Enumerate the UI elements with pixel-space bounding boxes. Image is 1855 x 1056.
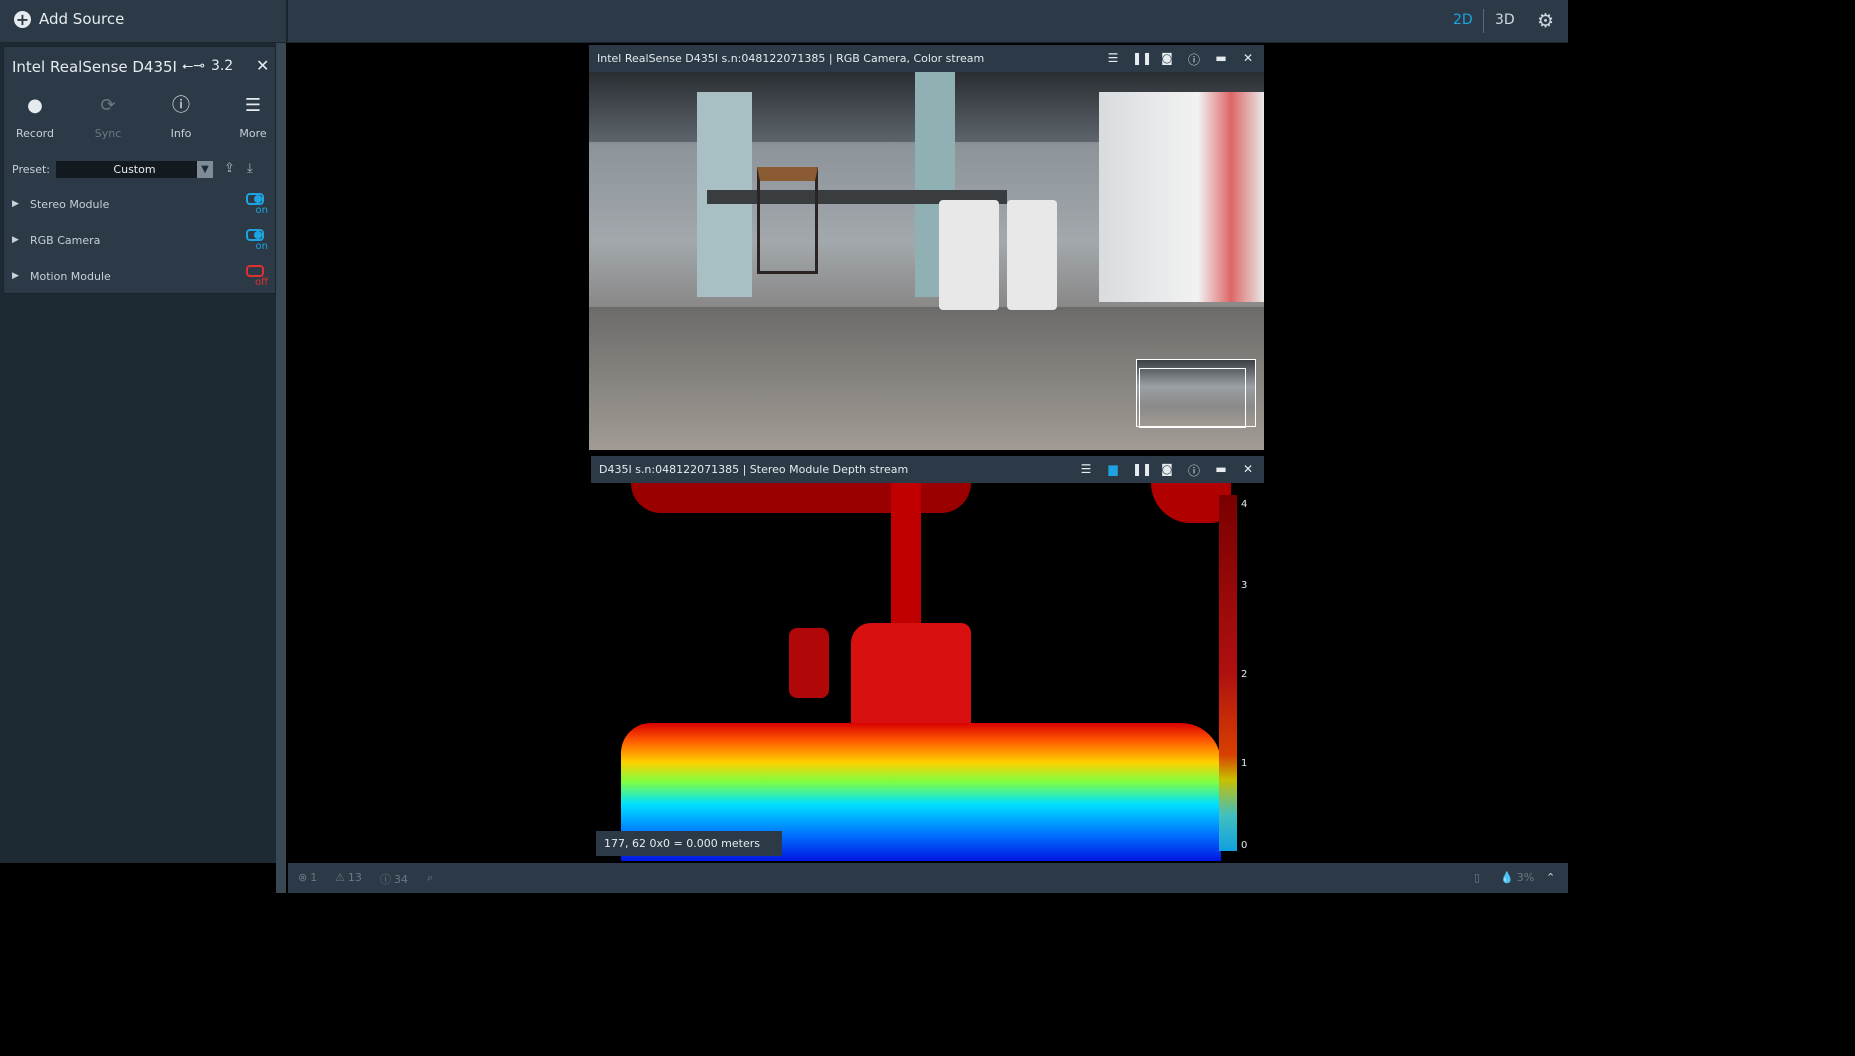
rgb-toggle[interactable] (246, 229, 264, 241)
usb-icon: ⭠⊸ (182, 58, 205, 74)
colorbar-tick: 3 (1241, 580, 1248, 591)
stream-title: Intel RealSense D435I s.n:048122071385 |… (597, 52, 985, 65)
info-count-button[interactable]: ⓘ 34 (380, 871, 408, 887)
more-label: More (239, 127, 267, 140)
expand-arrow-icon[interactable]: ▶ (12, 271, 19, 281)
motion-toggle[interactable] (246, 265, 264, 277)
colorbar-tick: 2 (1241, 669, 1248, 680)
stream-header: Intel RealSense D435I s.n:048122071385 |… (589, 45, 1264, 72)
expand-arrow-icon[interactable]: ▶ (12, 235, 19, 245)
info-icon: ⓘ (172, 95, 190, 116)
download-icon[interactable]: ⤓ (247, 161, 253, 176)
toggle-state: on (255, 241, 268, 252)
plus-circle-icon: + (14, 9, 31, 29)
top-bar: + Add Source 2D 3D ⚙ (0, 0, 1568, 43)
module-motion[interactable]: ▶ Motion Module off (12, 265, 272, 295)
device-name: Intel RealSense D435I (12, 58, 177, 76)
cpu-usage: 💧 3% (1500, 871, 1534, 884)
colorbar-tick: 0 (1241, 840, 1248, 851)
module-stereo[interactable]: ▶ Stereo Module on (12, 193, 272, 223)
info-icon[interactable]: ⓘ (1186, 462, 1202, 479)
search-icon[interactable]: ⌕ (427, 871, 433, 885)
error-count: 1 (310, 871, 318, 884)
info-button[interactable]: ⓘ Info (151, 95, 211, 140)
info-icon: ⓘ (380, 873, 391, 886)
sync-button[interactable]: ⟳ Sync (78, 95, 138, 140)
checklist-icon[interactable]: ☰ (1078, 462, 1094, 479)
error-icon: ⊗ (298, 871, 308, 884)
maximize-icon[interactable]: ▬ (1213, 51, 1229, 68)
sidebar-scrollbar[interactable] (276, 43, 286, 893)
topbar-divider (286, 0, 288, 42)
zoom-minimap[interactable] (1136, 359, 1256, 428)
stream-header: D435I s.n:048122071385 | Stereo Module D… (591, 456, 1264, 483)
hamburger-icon: ☰ (244, 95, 262, 116)
add-source-button[interactable]: + Add Source (14, 10, 124, 28)
stream-title: D435I s.n:048122071385 | Stereo Module D… (599, 463, 909, 476)
upload-icon[interactable]: ⇪ (224, 161, 235, 176)
depth-readout: 177, 62 0x0 = 0.000 meters (596, 831, 782, 856)
close-icon[interactable]: ✕ (256, 56, 269, 75)
module-name[interactable]: Motion Module (30, 270, 111, 283)
usb-indicator: ⭠⊸ 3.2 (182, 58, 233, 74)
usb-version: 3.2 (210, 58, 234, 74)
record-button[interactable]: ● Record (5, 95, 65, 140)
histogram-icon[interactable]: ▆ (1105, 462, 1121, 479)
more-button[interactable]: ☰ More (223, 95, 283, 140)
toggle-state: on (255, 205, 268, 216)
chevron-down-icon[interactable]: ▼ (197, 161, 213, 178)
close-icon[interactable]: ✕ (1240, 462, 1256, 479)
pause-icon[interactable]: ❚❚ (1132, 462, 1152, 479)
rgb-stream-panel: Intel RealSense D435I s.n:048122071385 |… (589, 45, 1264, 450)
color-frame[interactable] (589, 72, 1264, 450)
mode-3d-button[interactable]: 3D (1495, 12, 1515, 28)
depth-stream-panel: D435I s.n:048122071385 | Stereo Module D… (591, 456, 1264, 861)
camera-icon[interactable]: ◙ (1159, 462, 1175, 479)
colorbar-tick: 4 (1241, 499, 1248, 510)
pause-icon[interactable]: ❚❚ (1132, 51, 1152, 68)
info-icon[interactable]: ⓘ (1186, 51, 1202, 68)
sync-icon: ⟳ (100, 95, 116, 116)
memory-icon: ▯ (1474, 871, 1481, 884)
expand-arrow-icon[interactable]: ▶ (12, 199, 19, 209)
record-label: Record (15, 127, 54, 140)
module-rgb[interactable]: ▶ RGB Camera on (12, 229, 272, 259)
maximize-icon[interactable]: ▬ (1213, 462, 1229, 479)
add-source-label: Add Source (39, 10, 125, 28)
checklist-icon[interactable]: ☰ (1105, 51, 1121, 68)
status-bar: ⊗ 1 ⚠ 13 ⓘ 34 ⌕ ▯ 💧 3% ⌃ (288, 863, 1568, 893)
close-icon[interactable]: ✕ (1240, 51, 1256, 68)
colorbar-tick: 1 (1241, 758, 1248, 769)
stereo-toggle[interactable] (246, 193, 264, 205)
cpu-value: 3% (1516, 871, 1535, 884)
module-name[interactable]: Stereo Module (30, 198, 109, 211)
device-panel: Intel RealSense D435I ⭠⊸ 3.2 ✕ ● Record … (3, 46, 276, 294)
warning-count: 13 (347, 871, 362, 884)
toggle-state: off (254, 277, 268, 288)
record-icon: ● (27, 95, 43, 116)
mode-divider (1483, 9, 1484, 33)
warning-count-button[interactable]: ⚠ 13 (335, 871, 362, 884)
gear-icon[interactable]: ⚙ (1537, 10, 1554, 32)
camera-icon[interactable]: ◙ (1159, 51, 1175, 68)
sync-label: Sync (94, 127, 122, 140)
warning-icon: ⚠ (335, 871, 345, 884)
preset-label: Preset: (12, 163, 51, 176)
depth-colorbar (1219, 495, 1237, 851)
mode-2d-button[interactable]: 2D (1453, 12, 1473, 28)
info-count: 34 (394, 872, 408, 886)
error-count-button[interactable]: ⊗ 1 (298, 871, 317, 884)
chevron-up-icon[interactable]: ⌃ (1546, 871, 1555, 884)
depth-frame[interactable]: 4 3 2 1 0 177, 62 0x0 = 0.000 meters (591, 483, 1264, 861)
preset-select[interactable]: Custom ▼ (56, 161, 213, 178)
info-label: Info (170, 127, 192, 140)
preset-value: Custom (113, 163, 156, 176)
drop-icon: 💧 (1500, 871, 1514, 884)
module-name[interactable]: RGB Camera (30, 234, 100, 247)
